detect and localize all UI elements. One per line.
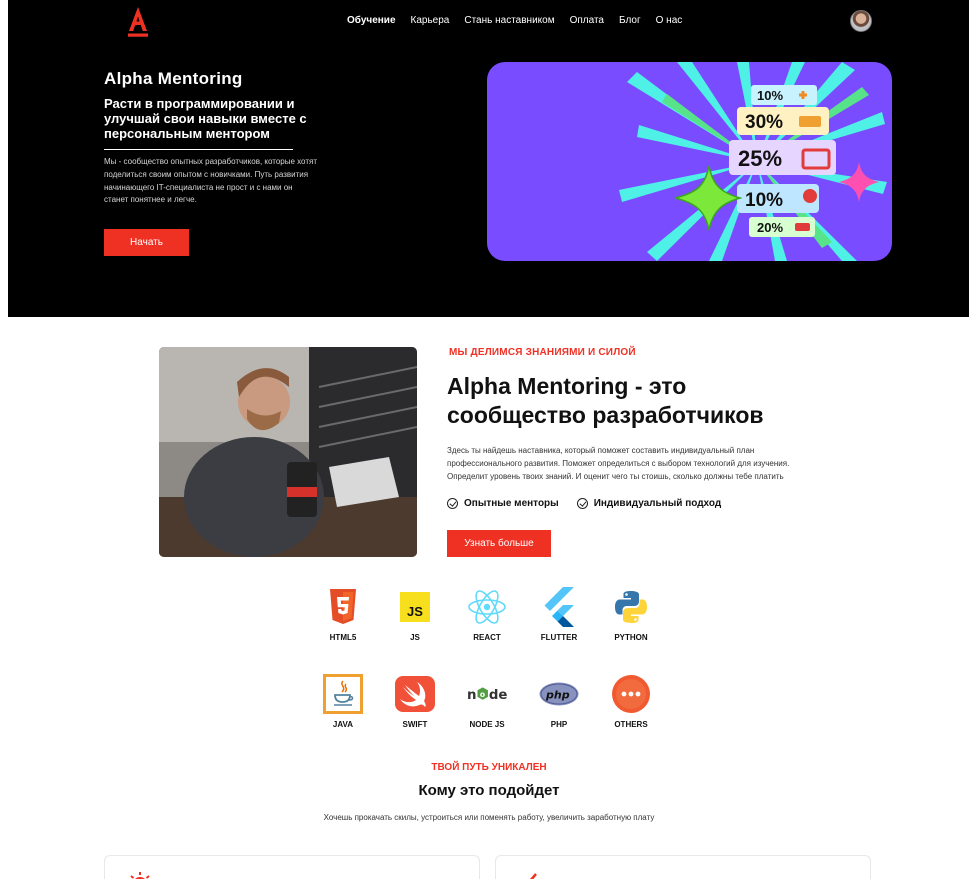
promo-banner: 10% 30% 25% 10% 20%: [487, 62, 892, 261]
python-icon: [611, 587, 651, 627]
feature-label: Опытные менторы: [464, 498, 559, 509]
promo-badge-1: 10%: [757, 88, 783, 103]
tech-item-js[interactable]: JS JS: [385, 587, 445, 642]
pen-icon: [530, 873, 537, 879]
fit-title: Кому это подойдет: [418, 782, 560, 799]
learn-more-button[interactable]: Узнать больше: [447, 530, 551, 557]
svg-text:de: de: [489, 688, 507, 703]
tech-label: PHP: [550, 720, 568, 729]
about-description: Здесь ты найдешь наставника, который пом…: [447, 446, 790, 481]
nav-item-about[interactable]: О нас: [656, 14, 683, 28]
fit-description: Хочешь прокачать скилы, устроиться или п…: [323, 813, 655, 822]
nav-item-career[interactable]: Карьера: [411, 14, 450, 28]
hero-title: Alpha Mentoring: [104, 69, 243, 88]
tech-label: FLUTTER: [540, 633, 578, 642]
hero-divider: [104, 149, 293, 150]
promo-badge-4: 10%: [745, 190, 783, 211]
audience-card[interactable]: [495, 855, 871, 879]
tech-label: SWIFT: [402, 720, 428, 729]
fit-eyebrow: ТВОЙ ПУТЬ УНИКАЛЕН: [431, 762, 547, 773]
idea-icon: [130, 872, 150, 879]
pink-star-shape: [839, 162, 879, 202]
swift-icon: [395, 674, 435, 714]
hero-subtitle: Расти в программировании и улучшай свои …: [104, 96, 307, 141]
svg-text:o: o: [480, 690, 485, 699]
tech-item-html5[interactable]: HTML5: [313, 587, 373, 642]
nav-item-become-mentor[interactable]: Стань наставником: [464, 14, 554, 28]
developer-photo: [159, 347, 417, 557]
about-title: Alpha Mentoring - это сообщество разрабо…: [447, 373, 764, 428]
tech-item-php[interactable]: php PHP: [529, 674, 589, 729]
user-avatar[interactable]: [850, 10, 872, 32]
main-nav: Обучение Карьера Стань наставником Оплат…: [347, 14, 697, 28]
tech-label: NODE JS: [469, 720, 505, 729]
audience-card[interactable]: [104, 855, 480, 879]
feature-item: Индивидуальный подход: [576, 498, 722, 509]
flutter-icon: [539, 587, 579, 627]
tech-item-swift[interactable]: SWIFT: [385, 674, 445, 729]
others-icon: [611, 674, 651, 714]
start-button[interactable]: Начать: [104, 229, 189, 256]
promo-badge-2: 30%: [745, 112, 783, 133]
tech-label: PYTHON: [614, 633, 648, 642]
check-circle-icon: [576, 498, 588, 509]
tech-item-others[interactable]: OTHERS: [601, 674, 661, 729]
nav-item-learning[interactable]: Обучение: [347, 14, 396, 28]
tech-item-flutter[interactable]: FLUTTER: [529, 587, 589, 642]
feature-list: Опытные менторы Индивидуальный подход: [447, 498, 721, 509]
js-icon: JS: [395, 587, 435, 627]
tech-label: JS: [410, 633, 420, 642]
nav-item-blog[interactable]: Блог: [619, 14, 641, 28]
svg-text:JS: JS: [407, 604, 423, 619]
hero-section: Обучение Карьера Стань наставником Оплат…: [8, 0, 969, 317]
tech-label: JAVA: [332, 720, 354, 729]
tech-label: OTHERS: [614, 720, 648, 729]
nodejs-icon: n o de: [467, 674, 507, 714]
svg-text:php: php: [545, 689, 570, 702]
feature-item: Опытные менторы: [447, 498, 559, 509]
about-eyebrow: МЫ ДЕЛИМСЯ ЗНАНИЯМИ И СИЛОЙ: [449, 347, 636, 358]
alfa-logo-icon[interactable]: [125, 6, 151, 38]
check-circle-icon: [447, 498, 458, 509]
promo-badge-5: 20%: [757, 220, 783, 235]
promo-badge-3: 25%: [738, 146, 782, 171]
tech-item-java[interactable]: JAVA: [313, 674, 373, 729]
react-icon: [467, 587, 507, 627]
promo-illustration: 10% 30% 25% 10% 20%: [619, 62, 887, 261]
tech-label: HTML5: [329, 633, 357, 642]
html5-icon: [323, 587, 363, 627]
nav-item-payment[interactable]: Оплата: [570, 14, 604, 28]
tech-label: REACT: [473, 633, 501, 642]
java-icon: [323, 674, 363, 714]
feature-label: Индивидуальный подход: [593, 498, 722, 509]
tech-item-nodejs[interactable]: n o de NODE JS: [457, 674, 517, 729]
svg-text:n: n: [467, 688, 477, 703]
tech-item-react[interactable]: REACT: [457, 587, 517, 642]
php-icon: php: [539, 674, 579, 714]
hero-description: Мы - сообщество опытных разработчиков, к…: [104, 157, 317, 205]
tech-item-python[interactable]: PYTHON: [601, 587, 661, 642]
